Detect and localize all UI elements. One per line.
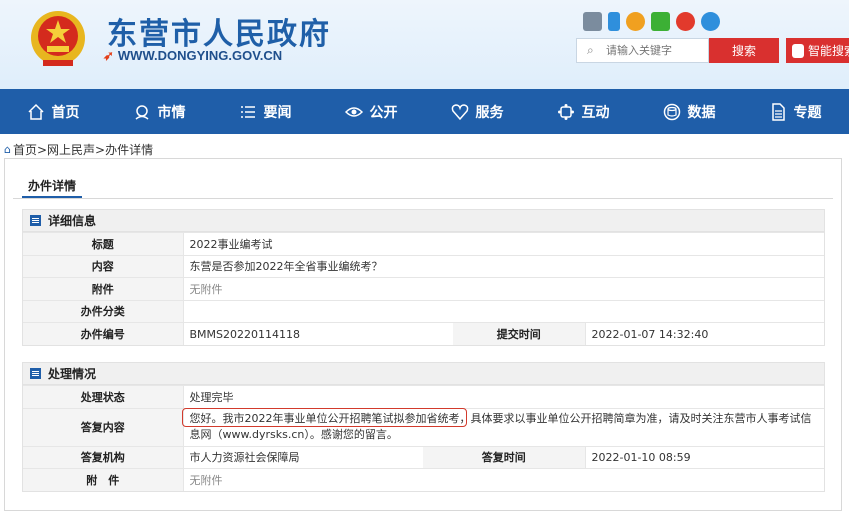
wechat-icon[interactable] — [651, 12, 670, 31]
table-row: 附 件 无附件 — [23, 468, 824, 491]
detail-table: 标题 2022事业编考试 内容 东营是否参加2022年全省事业编统考？ 附件 无… — [23, 232, 824, 345]
reply-time-value: 2022-01-10 08:59 — [585, 445, 824, 469]
nav-item-news[interactable]: 要闻 — [212, 89, 318, 134]
document-icon — [769, 102, 787, 121]
category-value — [183, 299, 824, 323]
nav-label: 市情 — [157, 104, 186, 121]
detail-section: 详细信息 标题 2022事业编考试 内容 东营是否参加2022年全省事业编统考？… — [22, 209, 825, 346]
processing-section: 处理情况 处理状态 处理完毕 答复内容 您好。我市2022年事业单位公开招聘笔试… — [22, 362, 825, 492]
breadcrumb-text[interactable]: 首页>网上民声>办件详情 — [13, 141, 153, 158]
table-row: 内容 东营是否参加2022年全省事业编统考？ — [23, 254, 824, 278]
main-nav: 首页 市情 要闻 公开 服务 互动 数据 专题 — [0, 89, 849, 134]
search-box: ⌕ — [576, 38, 709, 63]
nav-label: 服务 — [475, 104, 504, 121]
processing-section-header: 处理情况 — [23, 363, 824, 385]
eye-icon — [344, 103, 363, 121]
section-doc-icon — [30, 368, 41, 379]
home-icon — [27, 103, 45, 121]
search-button[interactable]: 搜索 — [709, 38, 779, 63]
tab-divider — [13, 198, 833, 199]
home-small-icon: ⌂ — [4, 143, 11, 156]
nav-item-home[interactable]: 首页 — [0, 89, 106, 134]
submit-time-label: 提交时间 — [453, 322, 586, 345]
weibo-icon[interactable] — [676, 12, 695, 31]
nav-item-open[interactable]: 公开 — [318, 89, 424, 134]
content-label: 内容 — [23, 254, 184, 278]
table-row: 标题 2022事业编考试 — [23, 232, 824, 255]
detail-section-header: 详细信息 — [23, 210, 824, 232]
status-label: 处理状态 — [23, 385, 184, 408]
robot-icon[interactable] — [701, 12, 720, 31]
robot-search-icon — [792, 43, 804, 58]
list-icon — [239, 103, 257, 121]
nav-label: 要闻 — [263, 104, 292, 121]
mobile-icon[interactable] — [608, 12, 620, 31]
smart-search-button[interactable]: 智能搜索 — [786, 38, 849, 63]
title-label: 标题 — [23, 232, 184, 255]
reply-org-label: 答复机构 — [23, 445, 184, 469]
processing-table: 处理状态 处理完毕 答复内容 您好。我市2022年事业单位公开招聘笔试拟参加省统… — [23, 385, 824, 491]
processing-heading: 处理情况 — [48, 367, 97, 381]
site-url-text: WWW.DONGYING.GOV.CN — [117, 48, 283, 63]
nav-label: 首页 — [51, 104, 80, 121]
reply-attachment-value: 无附件 — [183, 468, 824, 491]
reply-cell: 您好。我市2022年事业单位公开招聘笔试拟参加省统考，具体要求以事业单位公开招聘… — [181, 407, 824, 446]
nav-item-topic[interactable]: 专题 — [742, 89, 848, 134]
nav-label: 专题 — [793, 104, 822, 121]
breadcrumb: ⌂ 首页>网上民声>办件详情 — [4, 141, 153, 158]
attachment-value: 无附件 — [183, 277, 824, 300]
social-icons — [583, 12, 720, 31]
reply-content: 您好。我市2022年事业单位公开招聘笔试拟参加省统考，具体要求以事业单位公开招聘… — [181, 408, 819, 445]
interact-icon — [557, 103, 575, 121]
table-row: 附件 无附件 — [23, 277, 824, 300]
category-label: 办件分类 — [23, 299, 184, 323]
table-row: 办件编号 BMMS20220114118 提交时间 2022-01-07 14:… — [23, 322, 824, 345]
table-row: 办件分类 — [23, 299, 824, 323]
nav-label: 公开 — [369, 104, 398, 121]
submit-time-value: 2022-01-07 14:32:40 — [585, 322, 824, 345]
status-value: 处理完毕 — [183, 385, 824, 408]
attachment-label: 附件 — [23, 277, 184, 300]
nav-item-interact[interactable]: 互动 — [530, 89, 636, 134]
site-header: 东营市人民政府 ➶WWW.DONGYING.GOV.CN ⌕ 搜索 智能搜索 — [0, 0, 849, 89]
nav-item-data[interactable]: 数据 — [636, 89, 742, 134]
title-value: 2022事业编考试 — [183, 232, 824, 255]
table-row: 处理状态 处理完毕 — [23, 385, 824, 408]
case-number-label: 办件编号 — [23, 322, 184, 345]
smart-search-label: 智能搜索 — [807, 44, 849, 58]
search-icon: ⌕ — [587, 43, 594, 57]
tab-case-detail[interactable]: 办件详情 — [22, 177, 83, 198]
detail-panel: 办件详情 详细信息 标题 2022事业编考试 内容 东营是否参加2022年全省事… — [4, 158, 842, 511]
content-value: 东营是否参加2022年全省事业编统考？ — [183, 254, 824, 278]
share-icon[interactable] — [626, 12, 645, 31]
red-highlight-annotation — [181, 408, 467, 427]
reply-label: 答复内容 — [23, 407, 184, 446]
detail-heading: 详细信息 — [48, 214, 97, 228]
heart-icon — [451, 103, 469, 121]
national-emblem-logo — [31, 11, 85, 66]
nav-label: 数据 — [687, 104, 716, 121]
reply-attachment-label: 附 件 — [23, 468, 184, 491]
table-row: 答复机构 市人力资源社会保障局 答复时间 2022-01-10 08:59 — [23, 445, 824, 469]
reply-org-value: 市人力资源社会保障局 — [183, 445, 423, 469]
table-row: 答复内容 您好。我市2022年事业单位公开招聘笔试拟参加省统考，具体要求以事业单… — [23, 407, 824, 446]
nav-item-city[interactable]: 市情 — [106, 89, 212, 134]
nav-label: 互动 — [581, 104, 610, 121]
case-number-value: BMMS20220114118 — [183, 322, 453, 345]
section-doc-icon — [30, 215, 41, 226]
nav-item-service[interactable]: 服务 — [424, 89, 530, 134]
city-icon — [133, 103, 151, 121]
reply-time-label: 答复时间 — [423, 445, 586, 469]
swoosh-icon: ➶ — [103, 48, 114, 63]
database-icon — [663, 103, 681, 121]
site-url: ➶ WWW.DONGYING.GOV.CN — [103, 48, 282, 64]
site-title: 东营市人民政府 — [107, 17, 331, 52]
search-input[interactable] — [606, 44, 706, 57]
app-icon[interactable] — [583, 12, 602, 31]
